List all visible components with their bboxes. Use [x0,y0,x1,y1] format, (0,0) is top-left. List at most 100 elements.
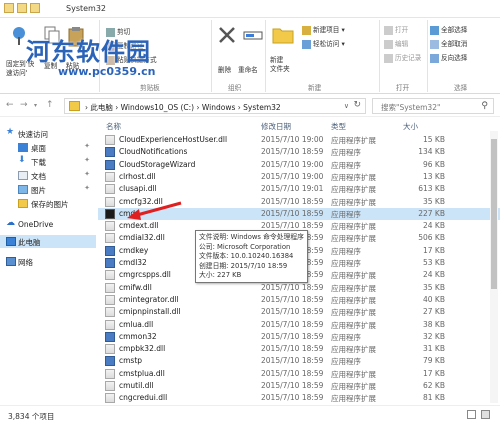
table-row[interactable]: clrhost.dll 2015/7/10 19:00 应用程序扩展 13 KB [98,171,500,183]
delete-button[interactable]: 删除 [218,64,231,74]
table-row[interactable]: cmmon32 2015/7/10 18:59 应用程序 32 KB [98,331,500,343]
table-row[interactable]: CloudExperienceHostUser.dll 2015/7/10 19:… [98,134,500,146]
file-date: 2015/7/10 18:59 [261,368,324,378]
easy-access-button[interactable]: 轻松访问 ▾ [302,38,345,49]
breadcrumb-item[interactable]: Windows10_OS (C:) [121,103,194,112]
file-type: 应用程序扩展 [331,222,376,232]
file-size: 62 KB [423,381,445,390]
application-icon [105,245,115,256]
table-row[interactable]: cngcredui.dll 2015/7/10 18:59 应用程序扩展 81 KB [98,392,500,404]
rename-button[interactable]: 重命名 [238,64,258,74]
pin-icon[interactable]: ✦ [84,184,90,192]
new-folder-icon[interactable] [30,3,40,13]
application-icon [105,159,115,170]
file-size: 35 KB [423,282,445,292]
folder-icon[interactable] [4,3,14,13]
table-row[interactable]: cmipnpinstall.dll 2015/7/10 18:59 应用程序扩展 27… [98,306,500,318]
file-date: 2015/7/10 19:00 [261,159,324,169]
sidebar-item-pictures[interactable]: 图片 ✦ [0,183,96,196]
table-row[interactable]: CloudNotifications 2015/7/10 18:59 应用程序 134… [98,146,500,158]
file-size: 27 KB [423,307,445,317]
table-row[interactable]: cmutil.dll 2015/7/10 18:59 应用程序扩展 62 KB [98,380,500,392]
file-type: 应用程序扩展 [331,369,376,379]
chevron-down-icon[interactable]: ∨ [344,102,349,110]
new-folder-button[interactable]: 新建 文件夹 [270,56,290,74]
search-icon[interactable]: ⚲ [481,101,488,111]
title-bar: System32 [0,0,500,18]
file-name: CloudExperienceHostUser.dll [119,135,228,144]
table-row[interactable]: cmintegrator.dll 2015/7/10 18:59 应用程序扩展 40 … [98,294,500,306]
sidebar-item-documents[interactable]: 文档 ✦ [0,169,96,182]
sidebar-item-this-pc[interactable]: 此电脑 [0,235,96,248]
pin-icon[interactable]: ✦ [84,156,90,164]
breadcrumb-item[interactable]: System32 [243,103,281,112]
table-row[interactable]: cmlua.dll 2015/7/10 18:59 应用程序扩展 38 KB [98,319,500,331]
delete-icon[interactable] [216,24,238,46]
file-name: cmutil.dll [119,381,154,390]
breadcrumb-item[interactable]: Windows [202,103,235,112]
invert-selection-button[interactable]: 反向选择 [430,52,467,63]
edit-icon [384,39,393,49]
sidebar-item-onedrive[interactable]: ☁ OneDrive [0,218,96,231]
file-type: 应用程序扩展 [331,382,376,391]
details-view-icon[interactable] [467,410,476,419]
file-type: 应用程序扩展 [331,283,376,293]
sidebar-item-network[interactable]: 网络 [0,255,96,268]
table-row[interactable]: cmifw.dll 2015/7/10 18:59 应用程序扩展 35 KB [98,282,500,294]
sidebar-item-downloads[interactable]: ⬇ 下载 ✦ [0,155,96,168]
open-button[interactable]: 打开 [384,24,408,35]
file-name: cmlua.dll [119,319,154,329]
file-type: 应用程序扩展 [331,136,376,145]
column-header-size[interactable]: 大小 [403,121,418,132]
folder-icon [18,199,28,208]
rename-icon[interactable] [242,24,264,46]
sidebar-item-desktop[interactable]: 桌面 ✦ [0,141,96,154]
scrollbar-thumb[interactable] [491,139,497,289]
table-row[interactable]: cmpbk32.dll 2015/7/10 18:59 应用程序扩展 31 KB [98,343,500,355]
ribbon-group-label: 剪贴板 [140,84,160,92]
sidebar-item-quick-access[interactable]: ★ 快速访问 [0,127,96,140]
column-header-type[interactable]: 类型 [331,121,346,132]
file-type: 应用程序扩展 [331,308,376,318]
refresh-icon[interactable]: ↻ [353,100,361,110]
breadcrumb-item[interactable]: 此电脑 [90,103,113,112]
application-icon [105,331,115,342]
back-arrow-icon[interactable]: ← [6,100,14,110]
search-input[interactable]: 搜索"System32" ⚲ [372,98,494,114]
table-row[interactable]: clusapi.dll 2015/7/10 19:01 应用程序扩展 613 KB [98,183,500,195]
file-date: 2015/7/10 18:59 [261,147,324,157]
select-all-button[interactable]: 全部选择 [430,24,467,35]
edit-button[interactable]: 编辑 [384,38,408,49]
history-button[interactable]: 历史记录 [384,52,421,63]
quick-access-toolbar[interactable] [4,3,60,14]
pin-icon[interactable]: ✦ [84,170,90,178]
dll-file-icon [105,307,115,318]
tooltip-line: 创建日期: 2015/7/10 18:59 [199,261,288,270]
new-item-button[interactable]: 新建项目 ▾ [302,24,345,35]
table-row[interactable]: cmstp 2015/7/10 18:59 应用程序 79 KB [98,355,500,367]
file-date: 2015/7/10 18:59 [261,319,324,329]
file-size: 13 KB [423,171,445,181]
new-folder-icon[interactable] [272,24,294,46]
dll-file-icon [105,270,115,281]
tooltip-line: 大小: 227 KB [199,271,242,279]
vertical-scrollbar[interactable] [490,131,498,403]
forward-arrow-icon[interactable]: → [20,100,28,110]
properties-icon[interactable] [17,3,27,13]
open-icon [384,25,393,35]
file-type: 应用程序扩展 [331,197,376,207]
large-icons-view-icon[interactable] [481,410,490,419]
column-header-name[interactable]: 名称 [106,121,121,132]
file-size: 38 KB [423,319,445,329]
sidebar-item-saved-pictures[interactable]: 保存的图片 [0,197,96,210]
pin-icon[interactable]: ✦ [84,142,90,150]
download-icon: ⬇ [18,155,26,165]
up-arrow-icon[interactable]: ↑ [46,100,54,110]
computer-icon [6,237,16,246]
table-row[interactable]: CloudStorageWizard 2015/7/10 19:00 应用程序 96 … [98,159,500,171]
table-row[interactable]: cmstplua.dll 2015/7/10 18:59 应用程序扩展 17 KB [98,368,500,380]
address-input[interactable]: › 此电脑 › Windows10_OS (C:) › Windows › Sy… [64,98,366,114]
column-header-date[interactable]: 修改日期 [261,121,291,132]
recent-locations-icon[interactable]: ▾ [34,102,37,109]
select-none-button[interactable]: 全部取消 [430,38,467,49]
